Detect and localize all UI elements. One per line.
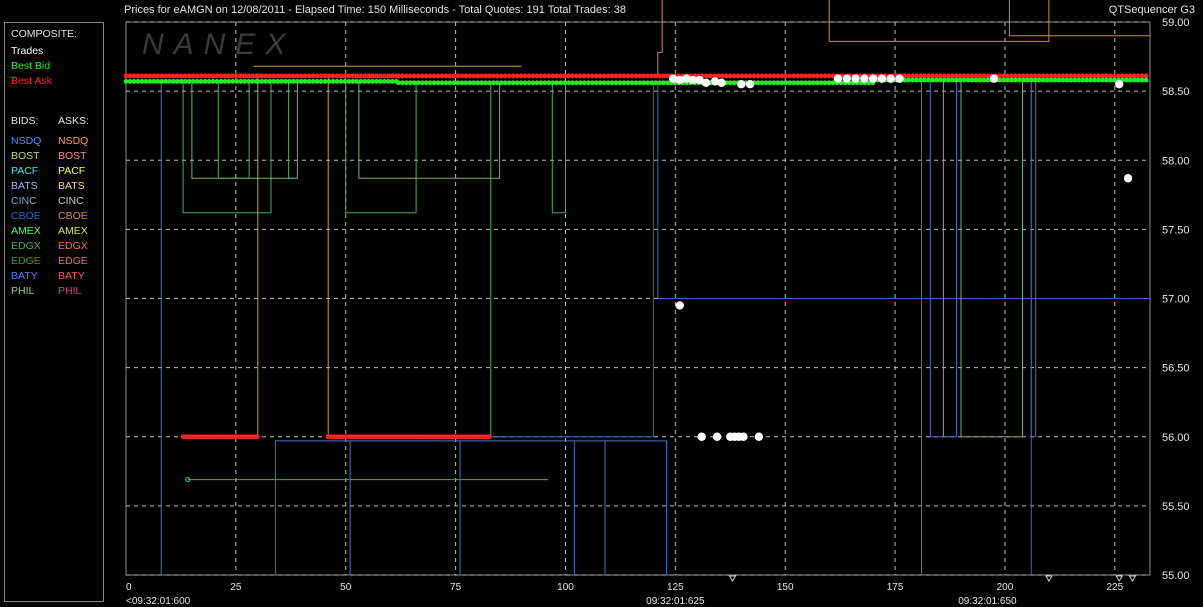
trade-point <box>745 80 755 89</box>
trade-point <box>717 78 726 88</box>
trade-point <box>842 74 851 83</box>
trade-point <box>675 301 684 310</box>
axis-marker-icon <box>728 575 737 582</box>
trade-point <box>877 74 887 83</box>
trade-point <box>754 432 764 441</box>
trade-point <box>886 74 895 83</box>
best-ask-marker <box>254 434 260 440</box>
x-tick-label: 50 <box>340 582 352 593</box>
x-tick-label: 75 <box>450 582 462 593</box>
trade-point <box>701 78 711 88</box>
y-tick-label: 57.50 <box>1162 224 1190 236</box>
trade-point <box>833 74 843 83</box>
axis-marker-icon <box>1128 575 1137 582</box>
best-bid-marker <box>1143 77 1149 83</box>
y-tick-label: 56.50 <box>1162 363 1190 375</box>
x-time-label: 09:32:01:650 <box>958 596 1017 607</box>
y-tick-label: 55.50 <box>1162 501 1190 513</box>
trade-point <box>868 74 878 83</box>
x-tick-label: 150 <box>777 582 794 593</box>
x-time-label: <09:32:01:600 <box>126 596 191 607</box>
axis-marker-icon <box>1045 575 1053 582</box>
trade-point <box>737 80 746 89</box>
trade-point <box>697 432 706 441</box>
best-ask-marker <box>486 434 492 440</box>
best-ask-marker <box>1143 73 1149 79</box>
x-time-label: 09:32:01:625 <box>646 596 705 607</box>
y-tick-label: 58.50 <box>1162 86 1190 98</box>
trade-point <box>851 74 860 83</box>
x-tick-label: 0 <box>126 582 132 593</box>
x-tick-label: 225 <box>1106 582 1123 593</box>
trade-point <box>860 74 869 83</box>
trade-point <box>739 432 748 441</box>
trade-point <box>989 74 999 83</box>
x-tick-label: 25 <box>230 582 242 593</box>
watermark-text: NANEX <box>142 28 295 61</box>
price-chart: NANEX 55.00 55.50 56.00 56.50 57.00 57.50 58.00… <box>123 0 1190 607</box>
trade-point <box>1115 80 1124 89</box>
x-tick-label: 200 <box>997 582 1014 593</box>
y-tick-label: 55.00 <box>1162 570 1190 582</box>
y-tick-label: 56.00 <box>1162 432 1190 444</box>
x-tick-label: 175 <box>887 582 904 593</box>
axis-marker-icon <box>1115 575 1124 582</box>
x-tick-label: 100 <box>557 582 574 593</box>
trade-point <box>895 74 904 83</box>
y-tick-label: 59.00 <box>1162 17 1190 29</box>
trade-point <box>1123 174 1133 183</box>
y-tick-label: 57.00 <box>1162 294 1190 306</box>
x-tick-label: 125 <box>667 582 684 593</box>
y-tick-label: 58.00 <box>1162 155 1190 167</box>
trade-point <box>712 432 722 441</box>
